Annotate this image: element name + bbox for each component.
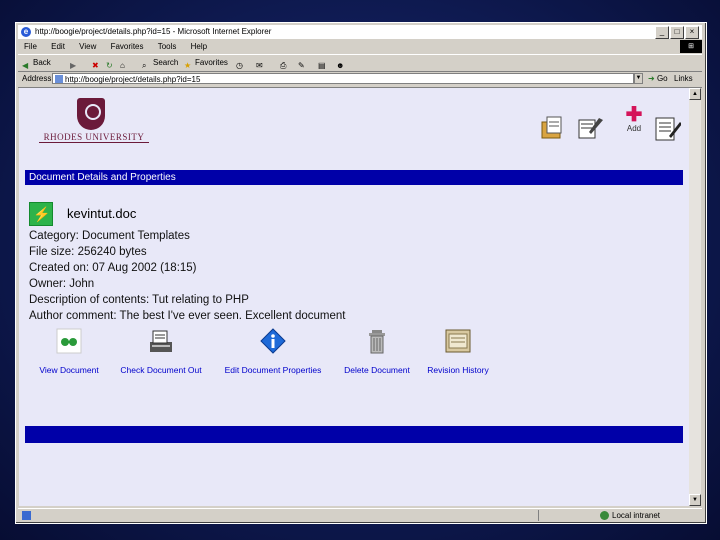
- browser-window: e http://boogie/project/details.php?id=1…: [15, 22, 707, 524]
- menu-help[interactable]: Help: [191, 42, 207, 51]
- minimize-button[interactable]: _: [655, 26, 669, 39]
- delete-document-action[interactable]: Delete Document: [337, 328, 417, 375]
- view-document-label: View Document: [39, 365, 99, 375]
- go-button[interactable]: ➜ Go: [648, 71, 668, 87]
- document-type-icon: [29, 202, 53, 226]
- discuss-icon: ▤: [318, 61, 326, 71]
- home-button[interactable]: ⌂: [120, 55, 131, 71]
- status-panels: [538, 510, 609, 521]
- footer-bar: [25, 426, 683, 443]
- menu-tools[interactable]: Tools: [158, 42, 177, 51]
- menu-bar: File Edit View Favorites Tools Help: [18, 40, 658, 53]
- print-icon: ⎙: [280, 61, 287, 71]
- trash-icon: [369, 330, 385, 354]
- tools-icon[interactable]: [575, 114, 603, 142]
- document-properties: Category: Document Templates File size: …: [29, 228, 345, 324]
- refresh-button[interactable]: ↻: [106, 55, 117, 71]
- mail-button[interactable]: ✉: [256, 55, 267, 71]
- window-controls: _ □ ×: [655, 26, 699, 39]
- page-done-icon: [22, 511, 31, 520]
- page-content: RHODES UNIVERSITY ✚ Add Document Details…: [19, 88, 689, 506]
- go-arrow-icon: ➜: [648, 74, 655, 83]
- check-document-out-action[interactable]: Check Document Out: [115, 328, 207, 375]
- info-icon: [260, 328, 286, 354]
- forward-button[interactable]: ▶: [70, 55, 81, 71]
- edit-document-properties-action[interactable]: Edit Document Properties: [215, 328, 331, 375]
- ie-icon: e: [21, 27, 31, 37]
- delete-document-label: Delete Document: [344, 365, 410, 375]
- prop-description: Description of contents: Tut relating to…: [29, 294, 249, 306]
- view-document-action[interactable]: View Document: [33, 328, 105, 375]
- favorites-button[interactable]: ★ Favorites: [184, 55, 228, 71]
- document-actions: View Document Check Document Out Edit Do…: [19, 328, 689, 375]
- documents-folder-icon[interactable]: [539, 114, 567, 142]
- security-zone: Local intranet: [600, 509, 660, 522]
- title-bar: e http://boogie/project/details.php?id=1…: [18, 25, 702, 39]
- prop-owner: Owner: John: [29, 278, 95, 290]
- logo-name: RHODES UNIVERSITY: [39, 132, 149, 143]
- toolbar: ◀ Back ▶ ✖ ↻ ⌂ ⌕ Search ★ Favorites ◷ ✉ ⎙ ✎…: [18, 54, 702, 72]
- address-dropdown[interactable]: ▼: [634, 73, 643, 84]
- back-button[interactable]: ◀ Back: [22, 55, 51, 71]
- check-document-out-label: Check Document Out: [120, 365, 202, 375]
- add-button[interactable]: ✚ Add: [622, 104, 646, 138]
- windows-logo-icon: ⊞: [680, 40, 702, 53]
- menu-favorites[interactable]: Favorites: [111, 42, 144, 51]
- vertical-scrollbar[interactable]: ▲ ▼: [689, 88, 701, 506]
- close-button[interactable]: ×: [685, 26, 699, 39]
- home-icon: ⌂: [120, 61, 125, 71]
- prop-category: Category: Document Templates: [29, 230, 190, 242]
- history-icon: [445, 329, 471, 353]
- stop-button[interactable]: ✖: [92, 55, 103, 71]
- maximize-button[interactable]: □: [670, 26, 684, 39]
- scroll-down-button[interactable]: ▼: [689, 494, 701, 506]
- prop-author-comment: Author comment: The best I've ever seen.…: [29, 310, 346, 322]
- search-button[interactable]: ⌕ Search: [142, 55, 178, 71]
- menu-edit[interactable]: Edit: [51, 42, 65, 51]
- intranet-icon: [600, 511, 609, 521]
- history-clock-icon: ◷: [236, 61, 243, 71]
- document-name: kevintut.doc: [67, 206, 137, 221]
- address-bar: Address http://boogie/project/details.ph…: [18, 71, 702, 88]
- favorites-icon: ★: [184, 61, 192, 71]
- forward-arrow-icon: ▶: [70, 61, 77, 71]
- rhodes-university-logo: RHODES UNIVERSITY: [39, 98, 149, 144]
- window-title: http://boogie/project/details.php?id=15 …: [35, 27, 272, 36]
- section-header: Document Details and Properties: [25, 170, 683, 185]
- print-button[interactable]: ⎙: [280, 55, 291, 71]
- history-button[interactable]: ◷: [236, 55, 247, 71]
- menu-view[interactable]: View: [79, 42, 96, 51]
- edit-document-icon[interactable]: [653, 114, 681, 142]
- scroll-up-button[interactable]: ▲: [689, 88, 701, 100]
- revision-history-action[interactable]: Revision History: [421, 328, 495, 375]
- crest-icon: [77, 98, 105, 130]
- back-arrow-icon: ◀: [22, 61, 29, 71]
- prop-created-on: Created on: 07 Aug 2002 (18:15): [29, 262, 197, 274]
- refresh-icon: ↻: [106, 61, 113, 71]
- checkout-icon: [150, 330, 172, 352]
- messenger-button[interactable]: ☻: [336, 55, 347, 71]
- search-icon: ⌕: [142, 61, 147, 71]
- links-button[interactable]: Links: [674, 71, 693, 87]
- address-url: http://boogie/project/details.php?id=15: [65, 75, 201, 84]
- messenger-icon: ☻: [336, 61, 345, 71]
- stop-icon: ✖: [92, 61, 99, 71]
- address-input[interactable]: http://boogie/project/details.php?id=15: [52, 73, 634, 84]
- address-label: Address: [22, 74, 52, 83]
- mail-icon: ✉: [256, 61, 263, 71]
- revision-history-label: Revision History: [427, 365, 489, 375]
- status-bar: Local intranet: [18, 508, 702, 522]
- prop-file-size: File size: 256240 bytes: [29, 246, 147, 258]
- page-icon: [55, 75, 63, 83]
- edit-button[interactable]: ✎: [298, 55, 309, 71]
- menu-file[interactable]: File: [24, 42, 37, 51]
- view-icon: [56, 328, 82, 354]
- edit-icon: ✎: [298, 61, 305, 71]
- plus-icon: ✚: [625, 104, 643, 126]
- edit-document-properties-label: Edit Document Properties: [224, 365, 322, 375]
- discuss-button[interactable]: ▤: [318, 55, 329, 71]
